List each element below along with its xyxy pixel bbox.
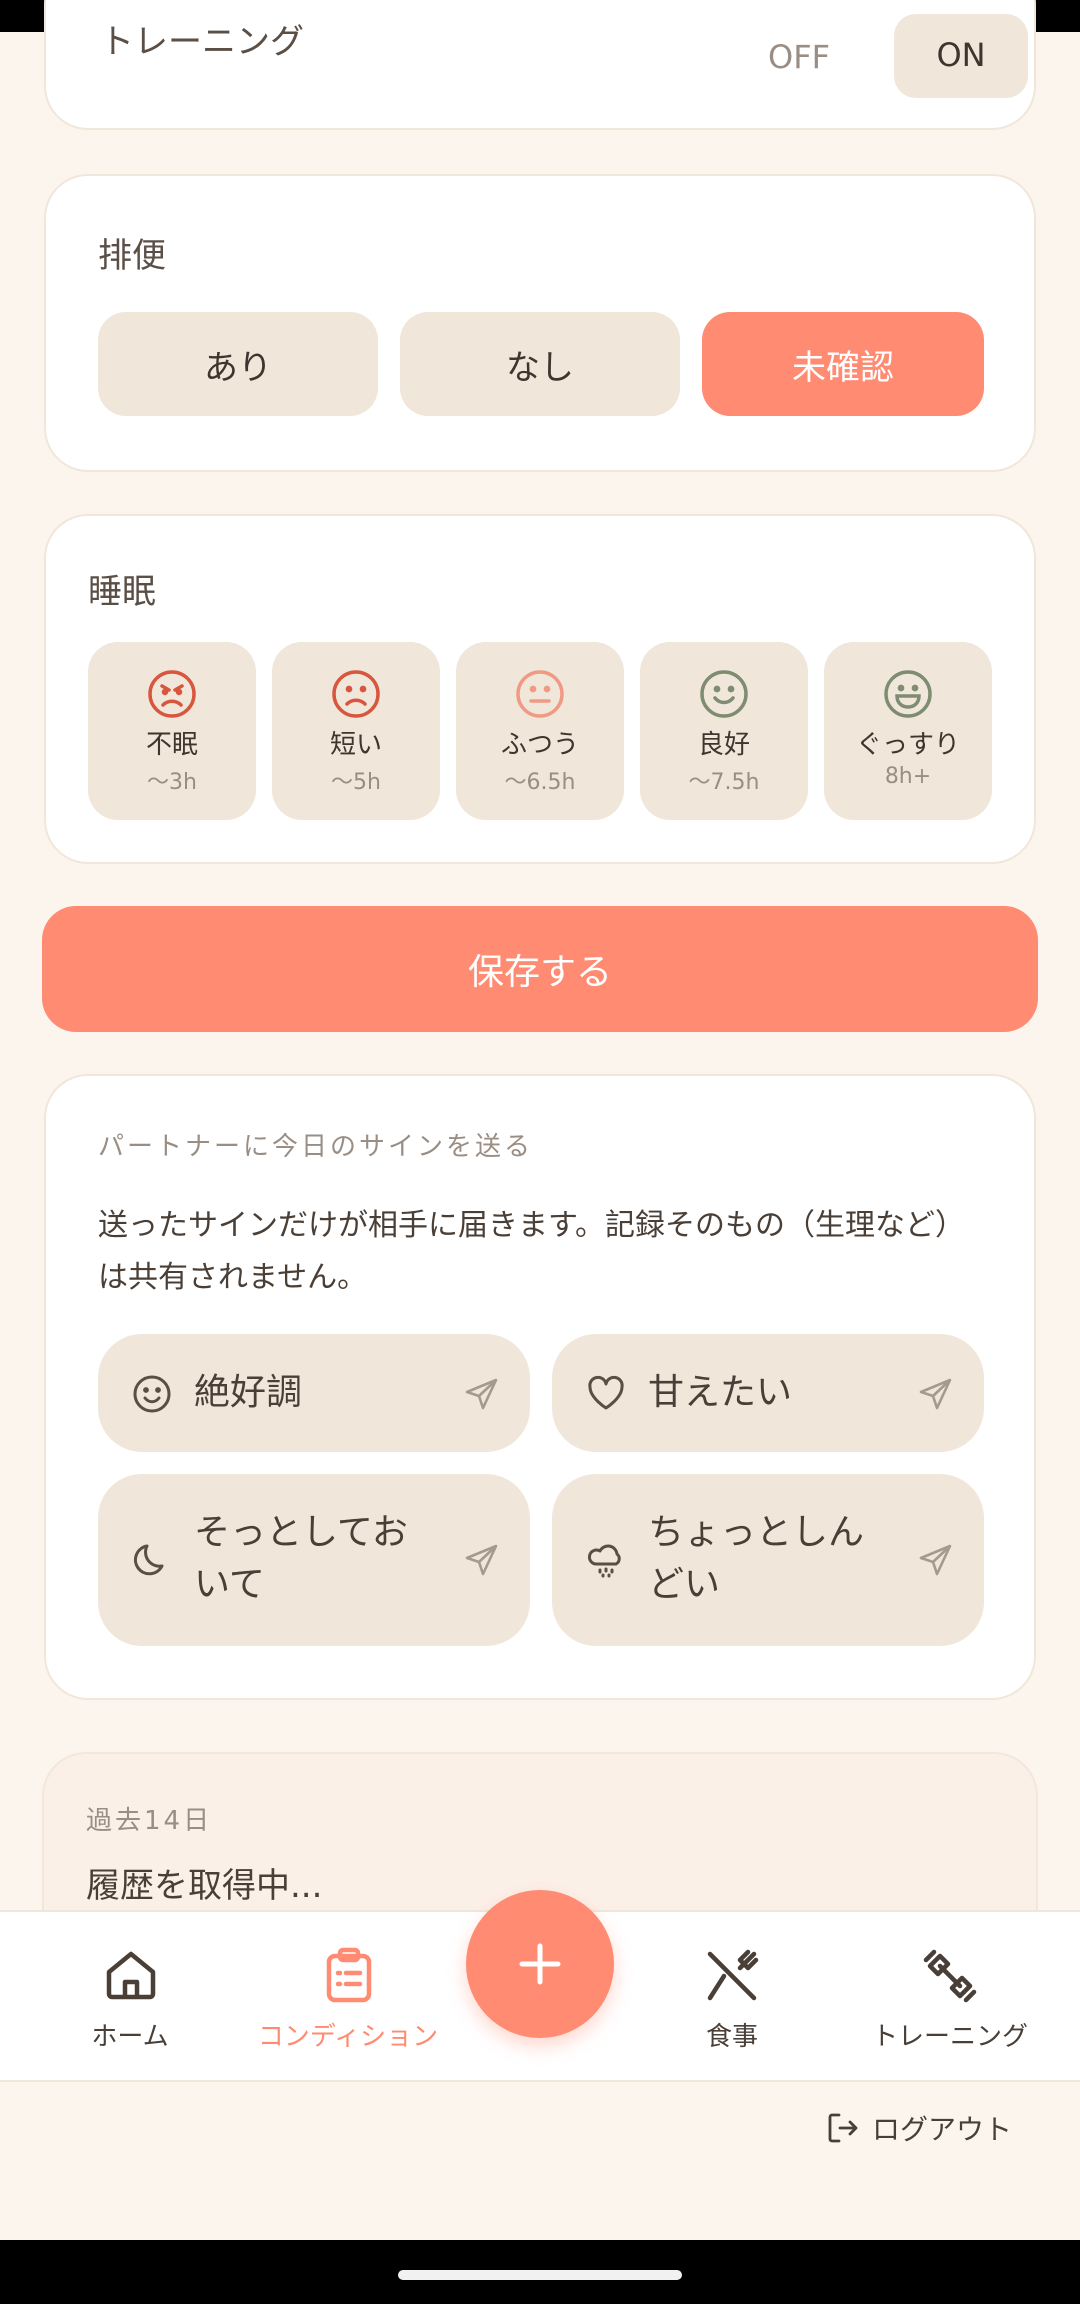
sleep-option-range: 〜7.5h (688, 770, 760, 795)
home-gesture-handle[interactable] (398, 2270, 682, 2280)
sleep-option-range: 8h+ (884, 764, 932, 789)
history-label: 過去14日 (86, 1806, 213, 1836)
logout-icon (828, 2113, 858, 2143)
sleep-card: 睡眠 不眠 〜3h 短い 〜5h ふつう 〜6.5h 良好 〜7.5h ぐっすり… (44, 514, 1036, 864)
history-card: 過去14日 履歴を取得中... (42, 1752, 1038, 1912)
sleep-title: 睡眠 (88, 572, 156, 612)
sleep-option-label: 短い (329, 730, 382, 760)
bowel-title: 排便 (98, 236, 166, 276)
signal-section-label: パートナーに今日のサインを送る (98, 1132, 534, 1162)
tab-home[interactable]: ホーム (60, 1912, 200, 2084)
system-navigation-bar (0, 2240, 1080, 2304)
signal-button-affection[interactable]: 甘えたい (552, 1334, 984, 1452)
training-label: トレーニング (100, 22, 304, 62)
training-off-option[interactable]: OFF (768, 38, 830, 76)
fork-knife-icon (707, 1949, 759, 2001)
moon-icon (134, 1544, 164, 1576)
sleep-option-range: 〜3h (147, 770, 197, 795)
sleep-option-insomnia[interactable]: 不眠 〜3h (88, 642, 256, 820)
sleep-option-range: 〜6.5h (504, 770, 576, 795)
tab-label: コンディション (257, 2022, 439, 2052)
add-record-button[interactable] (466, 1890, 614, 2038)
signal-button-label: ちょっとしんどい (648, 1512, 865, 1605)
tab-label: ホーム (91, 2022, 169, 2052)
sad-face-icon (332, 670, 380, 718)
partner-signal-card: パートナーに今日のサインを送る 送ったサインだけが相手に届きます。記録そのもの（… (44, 1074, 1036, 1700)
tab-label: トレーニング (871, 2022, 1028, 2052)
angry-face-icon (148, 670, 196, 718)
training-on-option[interactable]: ON (894, 14, 1028, 98)
grin-face-icon (884, 670, 932, 718)
bowel-option-yes[interactable]: あり (98, 312, 378, 416)
heart-icon (588, 1375, 624, 1410)
logout-label: ログアウト (872, 2113, 1013, 2146)
save-button[interactable]: 保存する (42, 906, 1038, 1032)
sleep-option-short[interactable]: 短い 〜5h (272, 642, 440, 820)
signal-button-label: 絶好調 (194, 1372, 303, 1413)
sleep-option-label: 不眠 (145, 730, 198, 760)
tab-condition[interactable]: コンディション (250, 1912, 446, 2084)
bowel-card: 排便 あり なし 未確認 (44, 174, 1036, 472)
send-icon (919, 1378, 952, 1410)
sleep-option-label: ふつう (500, 730, 579, 760)
sleep-option-good[interactable]: 良好 〜7.5h (640, 642, 808, 820)
sleep-option-deep[interactable]: ぐっすり 8h+ (824, 642, 992, 820)
tab-label: 食事 (705, 2022, 758, 2052)
clipboard-icon (326, 1947, 372, 2003)
sleep-option-range: 〜5h (331, 770, 381, 795)
history-loading-text: 履歴を取得中... (86, 1866, 323, 1906)
signal-button-great[interactable]: 絶好調 (98, 1334, 530, 1452)
signal-button-label: そっとしておいて (194, 1512, 408, 1605)
smile-icon (133, 1375, 171, 1413)
signal-button-label: 甘えたい (648, 1372, 793, 1413)
logout-button[interactable]: ログアウト (826, 2108, 1012, 2148)
dumbbell-icon (923, 1949, 977, 2003)
training-card: トレーニング OFF ON (44, 0, 1036, 130)
send-icon (465, 1378, 498, 1410)
sleep-option-normal[interactable]: ふつう 〜6.5h (456, 642, 624, 820)
home-icon (106, 1951, 156, 2000)
signal-button-tired[interactable]: ちょっとしんどい (552, 1474, 984, 1646)
signal-button-leave-alone[interactable]: そっとしておいて (98, 1474, 530, 1646)
send-icon (465, 1544, 498, 1576)
smile-face-icon (700, 670, 748, 718)
plus-icon (519, 1943, 561, 1985)
sleep-option-label: 良好 (697, 730, 750, 760)
tab-meal[interactable]: 食事 (662, 1912, 802, 2084)
rain-cloud-icon (587, 1544, 621, 1578)
sleep-option-label: ぐっすり (855, 730, 960, 760)
send-icon (919, 1544, 952, 1576)
bowel-option-no[interactable]: なし (400, 312, 680, 416)
neutral-face-icon (516, 670, 564, 718)
tab-training[interactable]: トレーニング (866, 1912, 1034, 2084)
bowel-option-unconfirmed[interactable]: 未確認 (702, 312, 984, 416)
signal-description: 送ったサインだけが相手に届きます。記録そのもの（生理など）は共有されません。 (98, 1208, 965, 1295)
